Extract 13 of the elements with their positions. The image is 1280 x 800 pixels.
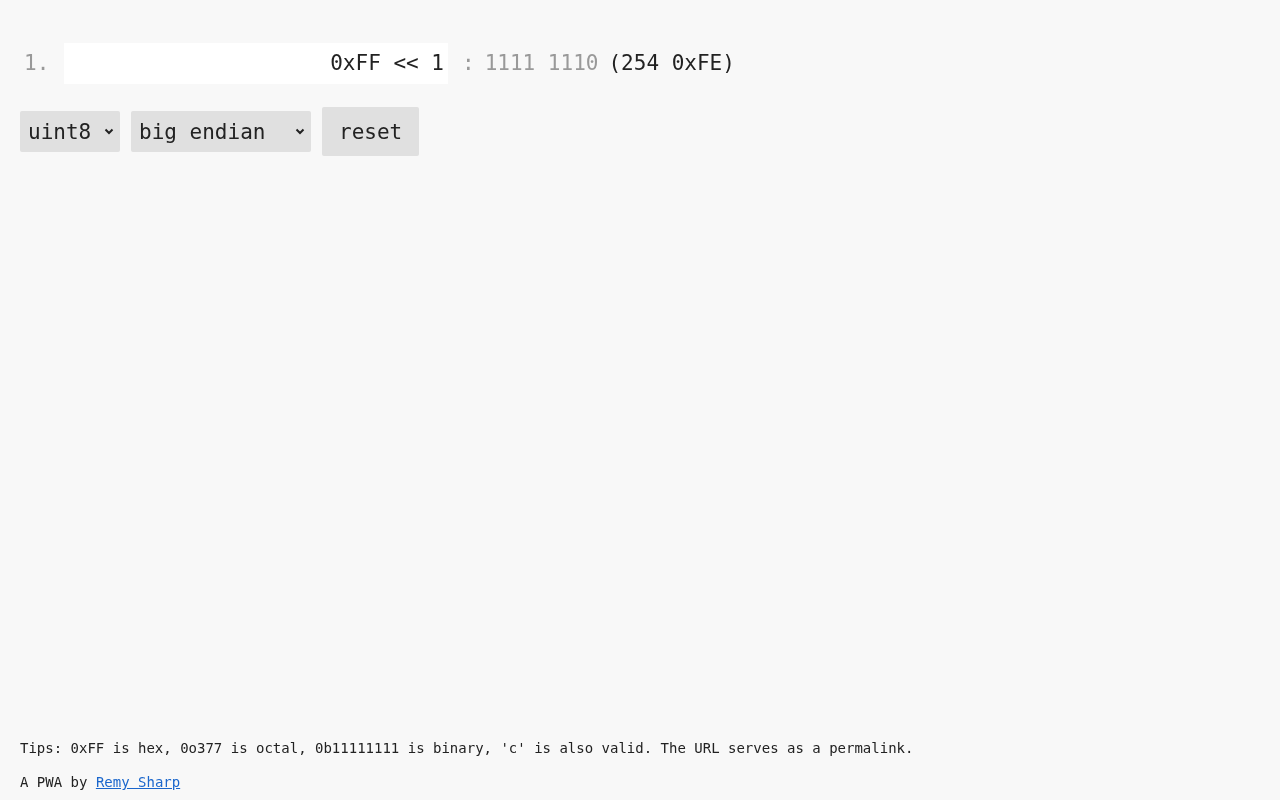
dropdown[interactable]: uint8 <box>20 111 120 152</box>
line-number: 1. <box>23 51 51 75</box>
reset-button[interactable]: reset <box>322 107 420 156</box>
decimal-hex-result: (254 0xFE) <box>608 51 735 75</box>
binary-result: 1111 1110 <box>484 51 599 75</box>
caret-icon <box>295 128 305 135</box>
author-link[interactable]: Remy Sharp <box>95 774 181 790</box>
expression-field[interactable]: 0xFF << 1 <box>64 42 448 84</box>
tips-text: Tips: 0xFF is hex, 0o377 is octal, 0b11111111 is binary, 'c' is also valid. The URL serves as a permalink. <box>20 740 915 756</box>
dropdown[interactable]: big endian <box>131 111 311 152</box>
credit-text: A PWA by <box>20 774 88 790</box>
separator-colon: : <box>462 51 475 75</box>
caret-icon <box>104 128 114 135</box>
